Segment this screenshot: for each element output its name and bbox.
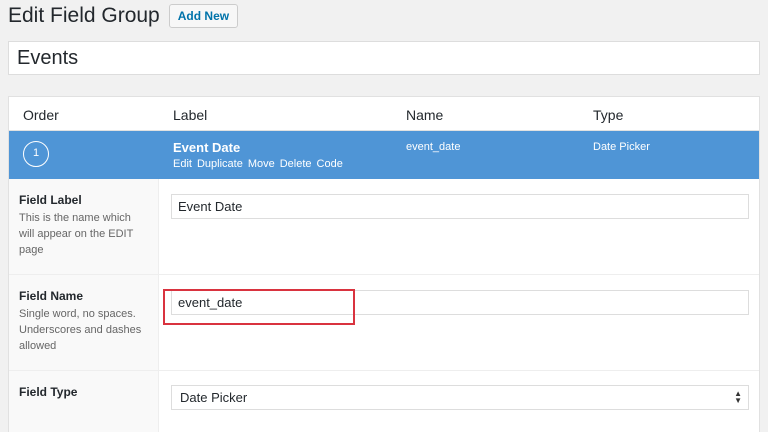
field-row-event-date[interactable]: 1 Event Date Edit Duplicate Move Delete … (9, 131, 759, 179)
add-new-button[interactable]: Add New (168, 4, 239, 28)
page-header: Edit Field Group Add New (8, 3, 239, 29)
column-name: Name (406, 107, 444, 123)
edit-link[interactable]: Edit (173, 158, 192, 170)
setting-field-label: Field Label This is the name which will … (9, 179, 759, 275)
setting-description: Single word, no spaces. Underscores and … (19, 308, 142, 352)
highlight-box (163, 289, 355, 325)
setting-label-cell: Field Name Single word, no spaces. Under… (9, 275, 159, 370)
duplicate-link[interactable]: Duplicate (197, 158, 243, 170)
delete-link[interactable]: Delete (280, 158, 312, 170)
column-label: Label (173, 107, 208, 123)
fields-panel: Order Label Name Type 1 Event Date Edit … (8, 96, 760, 432)
field-row-label[interactable]: Event Date (173, 140, 240, 155)
field-label-input[interactable]: Event Date (171, 194, 749, 219)
setting-field-type: Field Type Date Picker ▲ ▼ (9, 371, 759, 432)
setting-label-cell: Field Label This is the name which will … (9, 179, 159, 274)
code-link[interactable]: Code (317, 158, 343, 170)
setting-label-cell: Field Type (9, 371, 159, 432)
column-order: Order (23, 107, 59, 123)
select-arrows-icon: ▲ ▼ (734, 389, 742, 405)
table-header: Order Label Name Type (9, 97, 759, 131)
setting-title: Field Name (19, 289, 84, 303)
row-actions: Edit Duplicate Move Delete Code (173, 158, 343, 170)
group-title-input[interactable]: Events (8, 41, 760, 75)
field-settings: Field Label This is the name which will … (9, 179, 759, 432)
field-type-selected: Date Picker (180, 390, 248, 405)
setting-description: This is the name which will appear on th… (19, 212, 134, 256)
field-row-type: Date Picker (593, 141, 650, 153)
setting-field-name: Field Name Single word, no spaces. Under… (9, 275, 759, 371)
move-link[interactable]: Move (248, 158, 275, 170)
field-type-select[interactable]: Date Picker ▲ ▼ (171, 385, 749, 410)
field-row-name: event_date (406, 141, 461, 153)
setting-title: Field Type (19, 385, 78, 399)
field-order-badge[interactable]: 1 (23, 141, 49, 167)
setting-title: Field Label (19, 193, 82, 207)
column-type: Type (593, 107, 624, 123)
page-title: Edit Field Group (8, 4, 160, 27)
